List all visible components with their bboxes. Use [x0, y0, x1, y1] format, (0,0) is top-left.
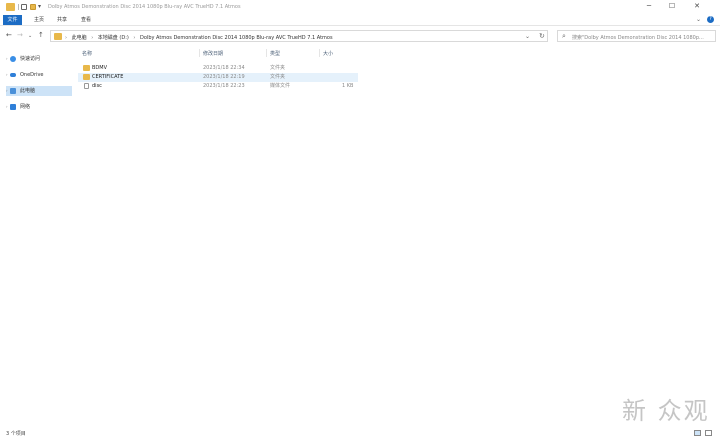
column-header-name[interactable]: 名称 — [82, 50, 92, 57]
file-size: 1 KB — [342, 83, 354, 89]
properties-icon[interactable] — [21, 4, 27, 10]
sidebar-item-quick-access[interactable]: › 快速访问 — [6, 54, 72, 64]
maximize-button[interactable]: ☐ — [665, 2, 679, 11]
column-divider[interactable] — [266, 49, 267, 57]
file-name: CERTIFICATE — [92, 74, 124, 80]
computer-icon — [10, 88, 16, 94]
search-icon: ⌕ — [562, 32, 566, 40]
sidebar-item-label: 快速访问 — [20, 56, 41, 62]
breadcrumb-separator: › — [91, 34, 94, 41]
folder-icon — [54, 33, 62, 40]
tab-home[interactable]: 主页 — [30, 15, 48, 25]
file-type: 媒体文件 — [270, 83, 291, 89]
file-row[interactable]: CERTIFICATE 2023/1/18 22:19 文件夹 — [78, 73, 358, 82]
quick-access-toolbar-dropdown-icon[interactable]: ▾ — [38, 3, 41, 10]
close-button[interactable]: ✕ — [690, 2, 704, 11]
file-date: 2023/1/18 22:19 — [203, 74, 245, 80]
minimize-button[interactable]: ─ — [642, 2, 656, 11]
breadcrumb-this-pc[interactable]: 此电脑 — [72, 35, 87, 41]
address-dropdown-icon[interactable]: ⌄ — [525, 33, 530, 40]
folder-icon — [6, 3, 15, 11]
refresh-icon[interactable]: ↻ — [539, 32, 545, 40]
watermark: 新 众观 — [622, 391, 714, 431]
navigation-pane: › 快速访问 › OneDrive › 此电脑 › 网络 — [0, 46, 76, 426]
item-count: 3 个项目 — [6, 431, 26, 437]
breadcrumb-local-disk[interactable]: 本地磁盘 (D:) — [98, 35, 129, 41]
chevron-right-icon[interactable]: › — [6, 54, 8, 64]
divider — [18, 4, 19, 10]
forward-button[interactable]: → — [17, 31, 23, 39]
address-bar[interactable]: › 此电脑 › 本地磁盘 (D:) › Dolby Atmos Demonstr… — [50, 30, 548, 42]
title-bar: ▾ Dolby Atmos Demonstration Disc 2014 10… — [0, 0, 720, 14]
cloud-icon — [10, 73, 16, 77]
file-name: disc — [92, 83, 102, 89]
status-bar: 3 个项目 — [0, 426, 720, 441]
column-divider[interactable] — [199, 49, 200, 57]
folder-icon — [83, 65, 90, 71]
folder-icon — [83, 74, 90, 80]
navigation-bar: ← → ⌄ ↑ › 此电脑 › 本地磁盘 (D:) › Dolby Atmos … — [0, 28, 720, 44]
chevron-right-icon[interactable]: › — [6, 70, 8, 80]
sidebar-item-this-pc[interactable]: › 此电脑 — [6, 86, 72, 96]
recent-locations-button[interactable]: ⌄ — [28, 33, 32, 39]
file-list: 名称 修改日期 类型 大小 BDMV 2023/1/18 22:34 文件夹 C… — [78, 46, 720, 426]
new-folder-icon[interactable] — [30, 4, 36, 10]
chevron-right-icon[interactable]: › — [6, 102, 8, 112]
tab-view[interactable]: 查看 — [77, 15, 95, 25]
file-date: 2023/1/18 22:34 — [203, 65, 245, 71]
sidebar-item-label: 网络 — [20, 104, 31, 110]
file-type: 文件夹 — [270, 65, 286, 71]
file-name: BDMV — [92, 65, 108, 71]
column-header-date[interactable]: 修改日期 — [203, 50, 223, 57]
breadcrumb-current-folder[interactable]: Dolby Atmos Demonstration Disc 2014 1080… — [140, 35, 333, 41]
file-row[interactable]: disc 2023/1/18 22:23 媒体文件 1 KB — [78, 82, 358, 91]
sidebar-item-label: 此电脑 — [20, 88, 36, 94]
file-row[interactable]: BDMV 2023/1/18 22:34 文件夹 — [78, 64, 358, 73]
up-button[interactable]: ↑ — [38, 31, 44, 39]
column-header-size[interactable]: 大小 — [323, 50, 333, 57]
back-button[interactable]: ← — [6, 31, 12, 39]
search-placeholder: 搜索"Dolby Atmos Demonstration Disc 2014 1… — [572, 34, 704, 41]
file-date: 2023/1/18 22:23 — [203, 83, 245, 89]
expand-ribbon-icon[interactable]: ⌄ — [696, 16, 701, 23]
sidebar-item-network[interactable]: › 网络 — [6, 102, 72, 112]
sidebar-item-label: OneDrive — [20, 72, 44, 78]
watermark-text: 新 众观 — [622, 397, 710, 425]
search-input[interactable]: ⌕ 搜索"Dolby Atmos Demonstration Disc 2014… — [557, 30, 716, 42]
column-header-type[interactable]: 类型 — [270, 50, 280, 57]
network-icon — [10, 104, 16, 110]
sidebar-item-onedrive[interactable]: › OneDrive — [6, 70, 72, 80]
window-title: Dolby Atmos Demonstration Disc 2014 1080… — [48, 3, 241, 10]
file-type: 文件夹 — [270, 74, 286, 80]
chevron-right-icon[interactable]: › — [6, 86, 8, 96]
breadcrumb: › 此电脑 › 本地磁盘 (D:) › Dolby Atmos Demonstr… — [65, 34, 336, 41]
help-icon[interactable]: ? — [707, 16, 714, 23]
ribbon: 文件 主页 共享 查看 ⌄ ? — [0, 14, 720, 26]
column-divider[interactable] — [319, 49, 320, 57]
tab-share[interactable]: 共享 — [53, 15, 71, 25]
breadcrumb-separator: › — [133, 34, 136, 41]
star-icon — [10, 56, 16, 62]
breadcrumb-separator: › — [65, 34, 67, 41]
file-icon — [84, 83, 89, 89]
tab-file[interactable]: 文件 — [3, 15, 22, 25]
